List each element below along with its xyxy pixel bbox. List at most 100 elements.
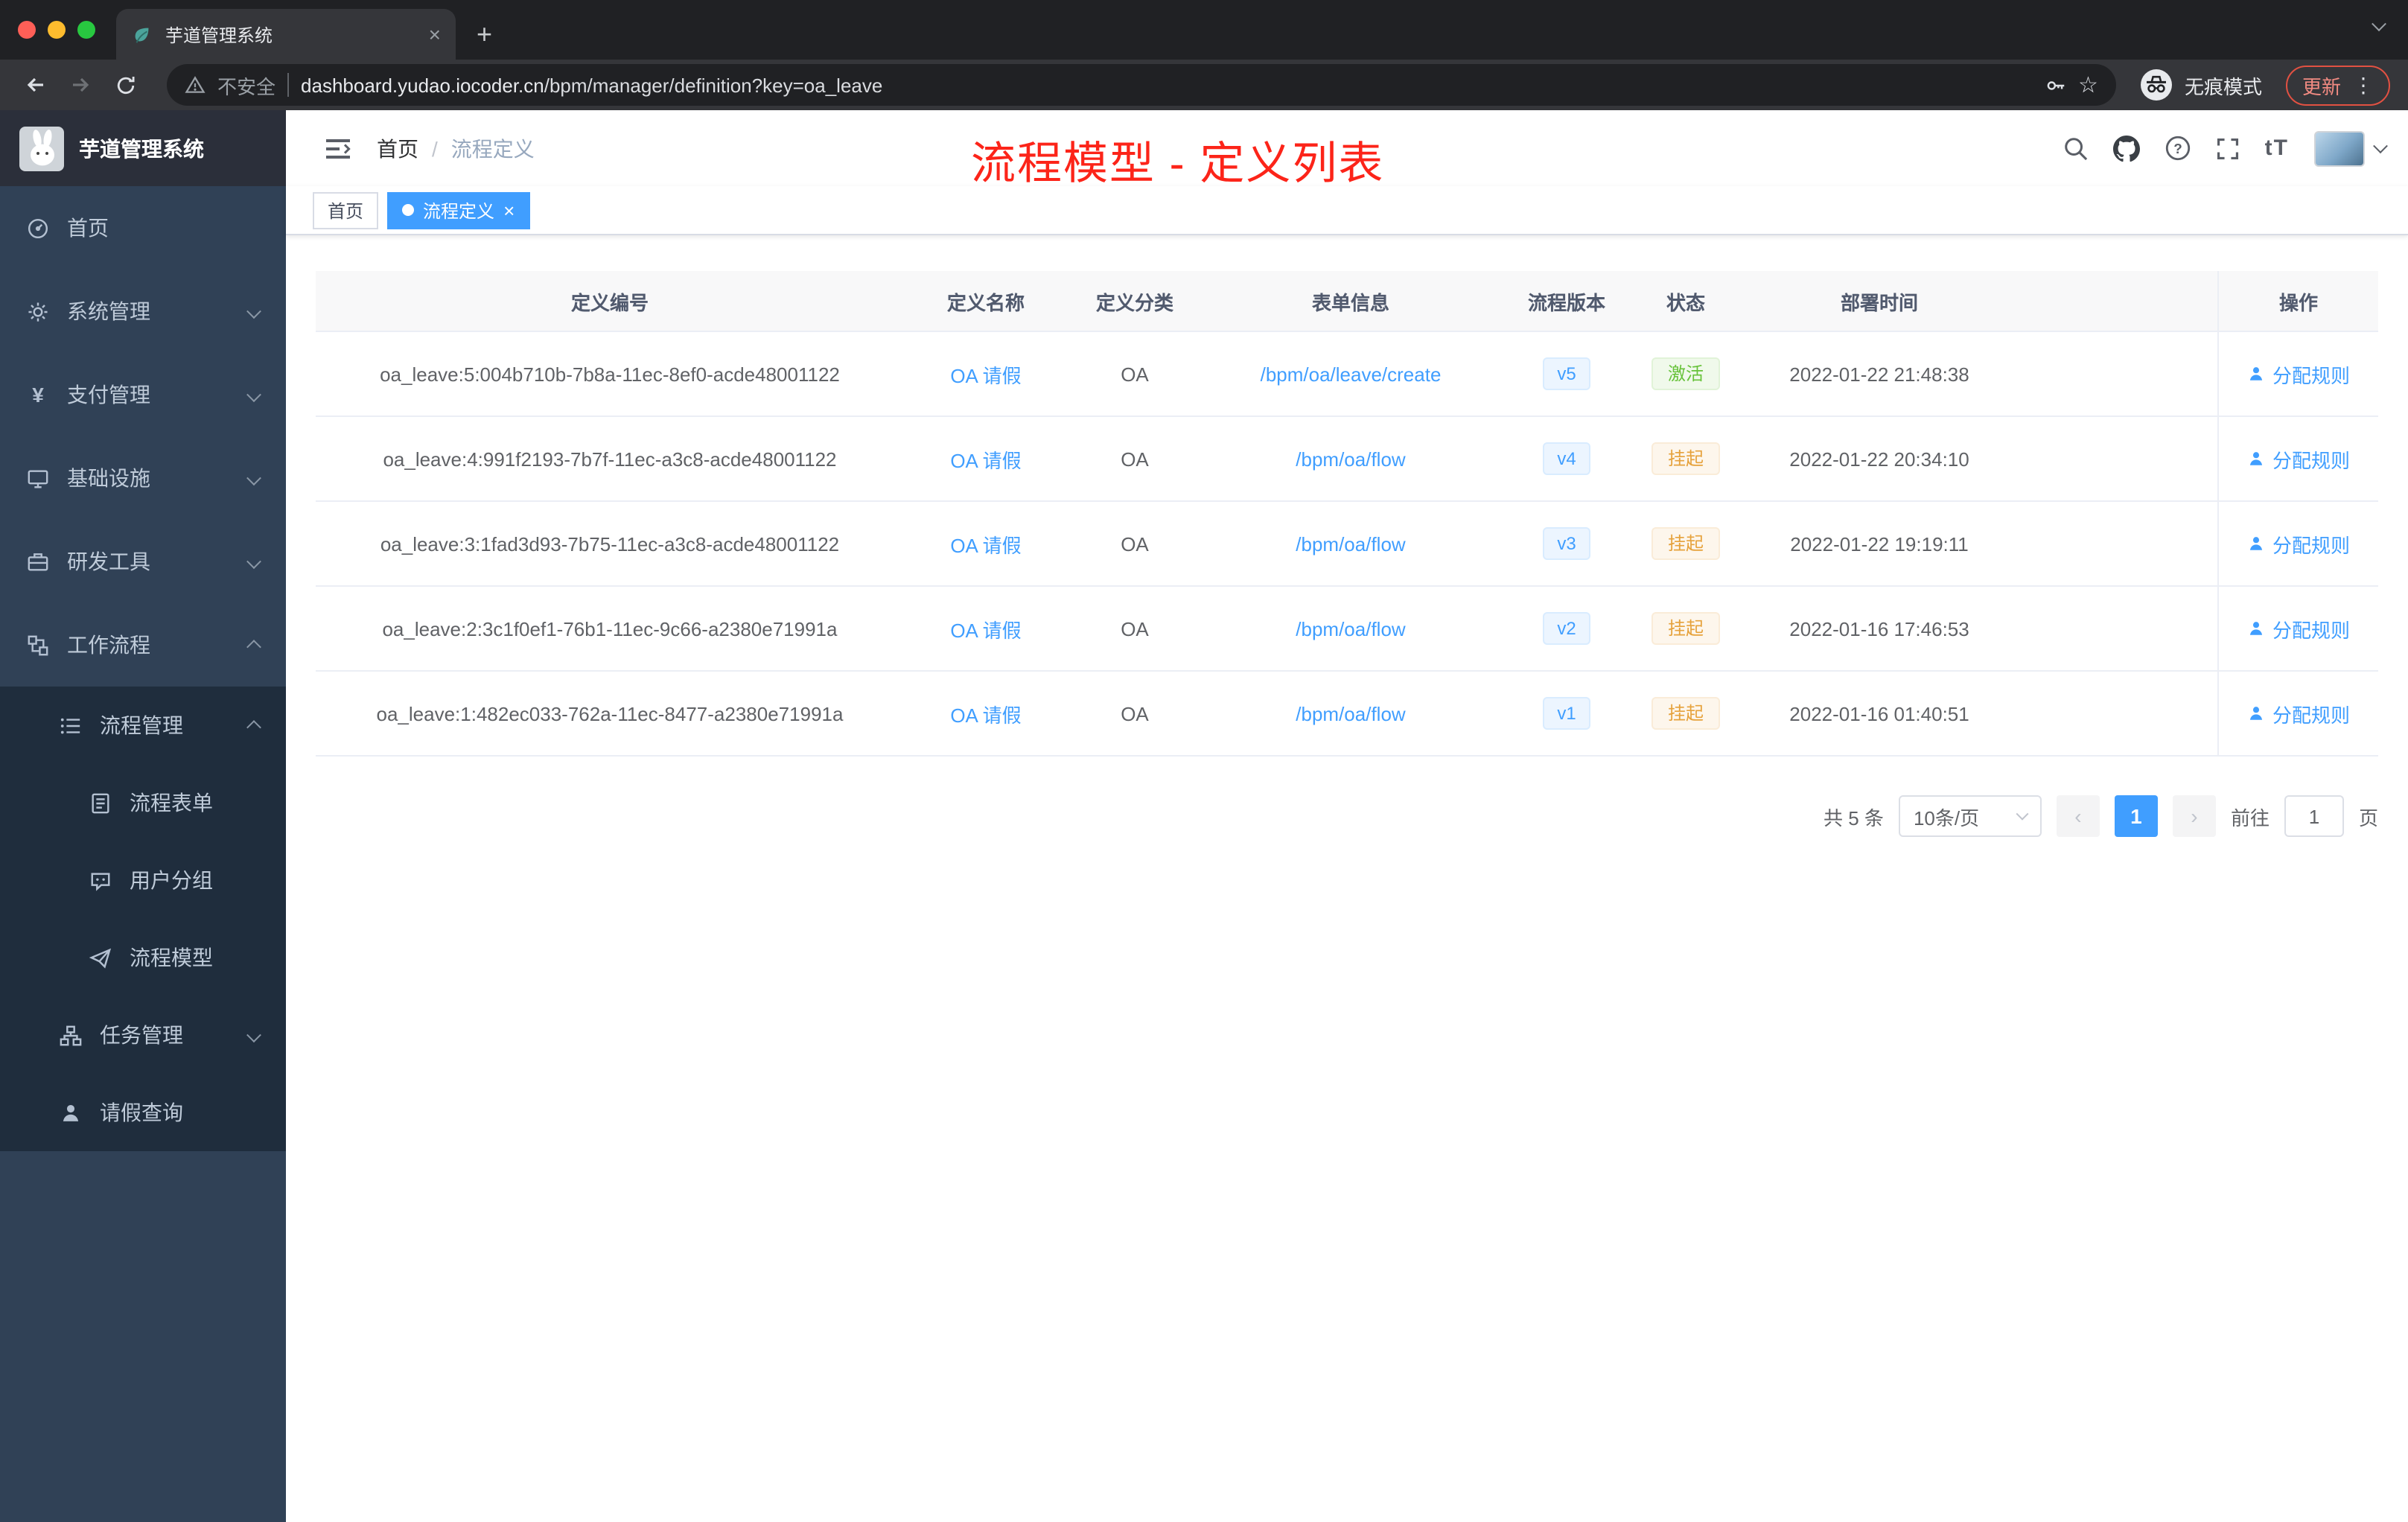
sidebar-item-home[interactable]: 首页 — [0, 186, 286, 270]
dashboard-icon — [28, 217, 48, 238]
sidebar-item-process-form[interactable]: 流程表单 — [0, 764, 286, 841]
chevron-down-icon — [246, 383, 261, 407]
address-bar[interactable]: 不安全 dashboard.yudao.iocoder.cn/bpm/manag… — [167, 64, 2116, 106]
form-link[interactable]: /bpm/oa/flow — [1296, 532, 1405, 555]
fullscreen-icon[interactable] — [2216, 136, 2240, 160]
page-size-select[interactable]: 10条/页 — [1898, 795, 2042, 837]
definition-name-link[interactable]: OA 请假 — [950, 364, 1021, 386]
security-label[interactable]: 不安全 — [217, 71, 275, 99]
sidebar-item-process-management[interactable]: 流程管理 — [0, 687, 286, 764]
tag-process-definition[interactable]: 流程定义 × — [387, 191, 530, 229]
assign-rule-link[interactable]: 分配规则 — [2247, 445, 2350, 473]
assign-rule-label: 分配规则 — [2272, 619, 2350, 641]
tag-close-icon[interactable]: × — [503, 200, 515, 220]
logo-avatar — [19, 126, 64, 171]
form-link[interactable]: /bpm/oa/flow — [1296, 617, 1405, 640]
assign-rule-link[interactable]: 分配规则 — [2247, 529, 2350, 558]
github-icon[interactable] — [2112, 135, 2140, 162]
assign-rule-label: 分配规则 — [2272, 364, 2350, 386]
forward-button[interactable] — [63, 67, 98, 103]
definition-name-link[interactable]: OA 请假 — [950, 449, 1021, 471]
form-link[interactable]: /bpm/oa/leave/create — [1261, 363, 1442, 385]
column-header-deploy-time: 部署时间 — [1840, 291, 1918, 313]
form-link[interactable]: /bpm/oa/flow — [1296, 702, 1405, 725]
chevron-down-icon — [246, 550, 261, 573]
definition-name-link[interactable]: OA 请假 — [950, 619, 1021, 641]
minimize-window-button[interactable] — [48, 21, 66, 39]
prev-page-button[interactable]: ‹ — [2056, 795, 2100, 837]
next-page-button[interactable]: › — [2172, 795, 2216, 837]
table-row: oa_leave:4:991f2193-7b7f-11ec-a3c8-acde4… — [316, 417, 2378, 502]
assign-rule-link[interactable]: 分配规则 — [2247, 699, 2350, 727]
new-tab-button[interactable]: + — [477, 21, 492, 48]
font-size-icon[interactable]: tT — [2265, 136, 2289, 161]
assign-rule-link[interactable]: 分配规则 — [2247, 360, 2350, 388]
sidebar-item-payment[interactable]: ¥ 支付管理 — [0, 353, 286, 436]
definition-id: oa_leave:4:991f2193-7b7f-11ec-a3c8-acde4… — [383, 448, 837, 470]
deploy-time: 2022-01-16 17:46:53 — [1789, 617, 1969, 640]
search-icon[interactable] — [2063, 136, 2088, 161]
zoom-window-button[interactable] — [77, 21, 95, 39]
user-group-icon — [91, 872, 110, 891]
assign-rule-link[interactable]: 分配规则 — [2247, 614, 2350, 643]
browser-tab[interactable]: 芋道管理系统 × — [116, 9, 456, 60]
sidebar-item-system[interactable]: 系统管理 — [0, 270, 286, 353]
definition-name-link[interactable]: OA 请假 — [950, 534, 1021, 556]
browser-menu-icon[interactable]: ⋮ — [2353, 72, 2374, 98]
breadcrumb-home[interactable]: 首页 — [377, 133, 418, 163]
table-header: 定义编号 定义名称 定义分类 表单信息 流程版本 状态 部署时间 操作 — [316, 271, 2378, 332]
definition-id: oa_leave:5:004b710b-7b8a-11ec-8ef0-acde4… — [380, 363, 840, 385]
form-link[interactable]: /bpm/oa/flow — [1296, 448, 1405, 470]
pagination-total: 共 5 条 — [1823, 806, 1884, 829]
leave-query-icon — [63, 1104, 79, 1121]
hamburger-icon[interactable] — [323, 133, 353, 163]
sidebar-item-process-model[interactable]: 流程模型 — [0, 919, 286, 996]
deploy-time: 2022-01-22 20:34:10 — [1789, 448, 1969, 470]
assign-rule-label: 分配规则 — [2272, 704, 2350, 726]
page-button-1[interactable]: 1 — [2114, 795, 2158, 837]
bookmark-star-icon[interactable]: ☆ — [2078, 71, 2098, 98]
chevron-up-icon — [246, 633, 261, 657]
definition-id: oa_leave:2:3c1f0ef1-76b1-11ec-9c66-a2380… — [382, 617, 838, 640]
sidebar-item-devtools[interactable]: 研发工具 — [0, 520, 286, 603]
sidebar-item-label: 任务管理 — [100, 1023, 183, 1047]
chevron-down-icon — [246, 1023, 261, 1047]
password-key-icon[interactable] — [2044, 74, 2066, 96]
status-badge: 挂起 — [1651, 442, 1720, 476]
sidebar-item-task-management[interactable]: 任务管理 — [0, 996, 286, 1074]
tag-home[interactable]: 首页 — [313, 191, 379, 229]
help-icon[interactable]: ? — [2165, 136, 2191, 161]
tab-close-icon[interactable]: × — [429, 24, 441, 45]
definition-category: OA — [1121, 448, 1149, 470]
back-button[interactable] — [18, 67, 54, 103]
close-window-button[interactable] — [18, 21, 36, 39]
user-icon — [2249, 367, 2263, 380]
sidebar-item-label: 系统管理 — [67, 299, 150, 323]
user-menu[interactable] — [2314, 130, 2388, 166]
browser-tab-strip: 芋道管理系统 × + — [0, 0, 2408, 60]
sidebar-item-workflow[interactable]: 工作流程 — [0, 603, 286, 687]
definition-name-link[interactable]: OA 请假 — [950, 704, 1021, 726]
url-text[interactable]: dashboard.yudao.iocoder.cn/bpm/manager/d… — [301, 74, 2032, 96]
reload-button[interactable] — [107, 67, 143, 103]
sidebar-item-label: 支付管理 — [67, 383, 150, 407]
tags-bar: 首页 流程定义 × — [286, 186, 2408, 235]
sidebar-item-label: 研发工具 — [67, 550, 150, 573]
sidebar-item-user-group[interactable]: 用户分组 — [0, 841, 286, 919]
tab-favicon-icon — [135, 27, 149, 42]
chrome-update-button[interactable]: 更新 ⋮ — [2285, 65, 2390, 105]
avatar[interactable] — [2314, 130, 2365, 166]
version-badge: v3 — [1542, 526, 1591, 561]
jump-page-input[interactable] — [2284, 795, 2344, 837]
column-header-category: 定义分类 — [1095, 291, 1173, 313]
status-badge: 挂起 — [1651, 696, 1720, 730]
main-area: 首页 / 流程定义 ? tT 流程模型 - 定义列表 首页 流程定义 × 定义编… — [286, 110, 2408, 1522]
column-header-operation: 操作 — [2217, 271, 2378, 331]
sidebar-item-leave-query[interactable]: 请假查询 — [0, 1074, 286, 1151]
tab-search-chevron-icon[interactable] — [2372, 12, 2386, 39]
pagination: 共 5 条 10条/页 ‹ 1 › 前往 页 — [316, 795, 2378, 837]
incognito-icon — [2140, 69, 2172, 101]
chevron-down-icon — [2373, 138, 2388, 154]
sidebar-item-infrastructure[interactable]: 基础设施 — [0, 436, 286, 520]
window-controls — [18, 21, 95, 39]
